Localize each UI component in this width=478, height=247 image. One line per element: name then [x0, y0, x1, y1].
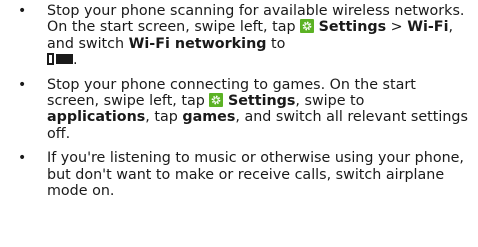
settings-gear-icon: [300, 19, 315, 34]
tip-games: • Stop your phone connecting to games. O…: [18, 76, 468, 142]
bullet: •: [18, 150, 27, 167]
bullet: •: [18, 76, 27, 93]
bullet: •: [18, 3, 27, 19]
settings-gear-icon: [209, 93, 224, 108]
toggle-off-icon: [47, 53, 73, 66]
tip-wifi: • Stop your phone scanning for available…: [18, 3, 465, 69]
tip-airplane-mode: • If you're listening to music or otherw…: [18, 150, 464, 200]
tips-list: • Stop your phone scanning for available…: [0, 3, 478, 207]
